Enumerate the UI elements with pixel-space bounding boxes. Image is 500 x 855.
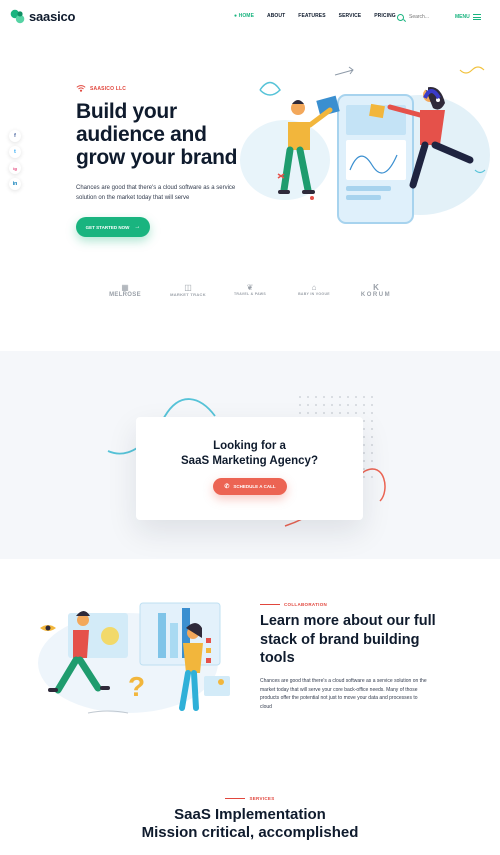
about-title: Learn more about our full stack of brand… [260,613,436,666]
facebook-icon[interactable]: f [9,130,21,142]
services-title: SaaS Implementation Mission critical, ac… [0,806,500,842]
collaboration-tag: COLLABORATION [260,602,327,607]
logo[interactable]: saasico [9,8,76,25]
schedule-call-button[interactable]: ✆ SCHEDULE A CALL [213,478,287,495]
brand-korum-name: KORUM [360,292,392,298]
cta-card: Looking for a SaaS Marketing Agency? ✆ S… [136,417,363,520]
schedule-call-label: SCHEDULE A CALL [233,484,276,489]
cta-title: Looking for a SaaS Marketing Agency? [136,439,363,469]
cta-title-line1: Looking for a [213,440,286,452]
twitter-icon[interactable]: t [9,146,21,158]
services-tag-label: SERVICES [249,796,275,801]
collaboration-tag-label: COLLABORATION [284,602,328,607]
brand-baby-vogue-icon: ⌂ [311,283,317,292]
brand-logo: ▦ MELROSE [100,283,150,298]
nav-pricing[interactable]: PRICING [374,13,396,19]
hero-description: Chances are good that there's a cloud so… [76,185,236,201]
services-title-line1: SaaS Implementation [174,806,326,823]
about-description: Chances are good that there's a cloud so… [260,678,427,710]
tag-divider [225,798,246,799]
search-input[interactable] [409,14,441,20]
brand-market-track-icon: ◫ [184,283,192,292]
brand-logo: ❦ TRAVEL & PAWS [228,283,272,296]
hero-tag: SAASICO LLC [76,84,126,94]
brand-logo: K KORUM [354,283,398,298]
menu-button[interactable]: MENU [455,13,481,21]
menu-label: MENU [455,14,470,21]
get-started-label: GET STARTED NOW [85,224,130,230]
services-title-line2: Mission critical, accomplished [141,824,359,841]
collaboration-illustration: ? [38,602,230,714]
services-tag: SERVICES [0,796,500,801]
nav-features[interactable]: FEATURES [298,13,325,19]
get-started-button[interactable]: GET STARTED NOW → [76,217,150,237]
hamburger-icon [472,13,481,21]
instagram-icon[interactable]: ig [9,162,21,174]
main-nav: ● HOME ABOUT FEATURES SERVICE PRICING [234,13,409,19]
brand-name: saasico [29,9,76,24]
hero-illustration [240,66,490,224]
brand-logos: ▦ MELROSE ◫ MARKET TRACK ❦ TRAVEL & PAWS… [100,283,400,307]
brand-korum-icon: K [373,283,379,292]
nav-service[interactable]: SERVICE [339,13,362,19]
nav-about[interactable]: ABOUT [267,13,285,19]
brand-baby-vogue-name: BABY IN VOGUE [298,292,330,296]
linkedin-icon[interactable]: in [9,178,21,190]
svg-text:?: ? [128,671,145,702]
social-links: f t ig in [9,130,21,194]
tag-divider [260,604,280,605]
nav-home[interactable]: ● HOME [234,13,254,19]
phone-icon: ✆ [224,484,230,490]
logo-icon [10,9,25,24]
search-box [397,10,445,24]
brand-melrose-name: MELROSE [109,292,141,298]
site-header: saasico ● HOME ABOUT FEATURES SERVICE PR… [0,0,500,36]
arrow-right-icon: → [134,224,141,230]
brand-logo: ◫ MARKET TRACK [168,283,208,297]
search-icon[interactable] [397,13,404,21]
nav-home-label: HOME [238,13,255,19]
brand-logo: ⌂ BABY IN VOGUE [292,283,336,296]
brand-travel-paws-name: TRAVEL & PAWS [233,292,267,296]
brand-market-track-name: MARKET TRACK [170,292,206,297]
hero-title: Build your audience and grow your brand [76,100,238,169]
signal-icon [76,85,86,92]
cta-title-line2: SaaS Marketing Agency? [181,455,318,467]
brand-travel-paws-icon: ❦ [246,283,254,292]
brand-melrose-icon: ▦ [121,283,129,292]
hero-tag-label: SAASICO LLC [90,86,127,92]
